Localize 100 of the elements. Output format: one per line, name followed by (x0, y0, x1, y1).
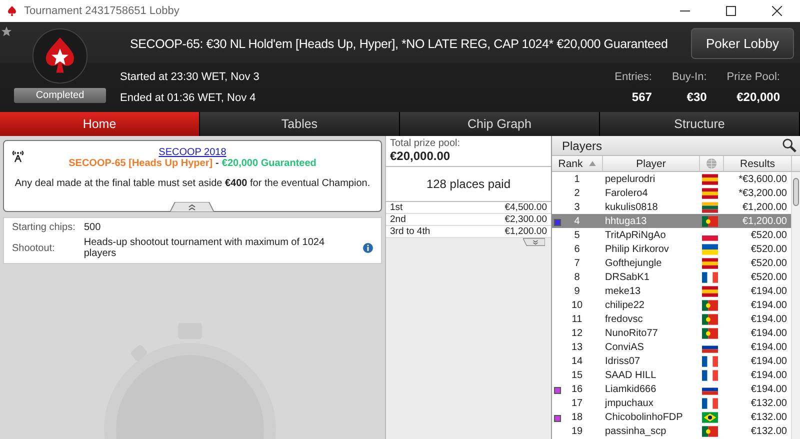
flag-icon (702, 370, 718, 380)
player-row[interactable]: 14 Idriss07 €194.00 (552, 354, 791, 368)
rank-cell: 16 (571, 384, 583, 394)
player-row[interactable]: 12 NunoRito77 €194.00 (552, 326, 791, 340)
maximize-icon[interactable] (726, 6, 736, 16)
tournament-title: SECOOP-65: €30 NL Hold'em [Heads Up, Hyper], *NO LATE REG, CAP 1024* €20,000 Guaranteed (130, 36, 668, 50)
close-icon[interactable] (772, 6, 782, 16)
player-name: Gofthejungle (604, 258, 663, 268)
player-column-header[interactable]: Player (603, 156, 700, 171)
player-row[interactable]: 15 SAAD HILL €194.00 (552, 368, 791, 382)
results-column-header[interactable]: Results (724, 156, 792, 171)
result-cell-text: €520.00 (750, 258, 788, 268)
payout-amount: €4,500.00 (504, 202, 547, 213)
tab[interactable]: Structure (600, 112, 800, 136)
scrollbar[interactable] (791, 172, 800, 439)
player-row[interactable]: 10 chilipe22 €194.00 (552, 298, 791, 312)
spade-logo (32, 28, 88, 84)
rank-cell: 14 (571, 356, 583, 366)
search-icon[interactable] (782, 138, 797, 153)
event-name: SECOOP-65 [Heads Up Hyper] (68, 158, 213, 169)
rank-cell: 10 (571, 300, 583, 310)
players-title: Players (562, 138, 602, 152)
rank-column-header[interactable]: Rank (552, 156, 603, 171)
player-name: chilipe22 (604, 300, 646, 310)
detail-label: Starting chips: (12, 222, 76, 233)
player-name: SAAD HILL (604, 370, 658, 380)
info-icon[interactable] (363, 243, 373, 253)
result-cell-text: €194.00 (750, 286, 788, 296)
flag-icon (702, 398, 718, 408)
result-cell-text: €132.00 (750, 426, 788, 436)
player-row[interactable]: 18 ChicobolinhoFDP €132.00 (552, 410, 791, 424)
total-prize-value: €20,000.00 (390, 149, 452, 163)
result-cell-text: €1,200.00 (742, 202, 788, 212)
tab[interactable]: Chip Graph (400, 112, 600, 136)
stat-label: Prize Pool: (726, 70, 780, 83)
expand-handle[interactable] (523, 238, 545, 246)
result-cell-text: €1,200.00 (742, 216, 788, 226)
player-row[interactable]: 3 kukulis0818 €1,200.00 (552, 200, 791, 214)
stat-label: Buy-In: (672, 70, 707, 83)
player-row[interactable]: 7 Gofthejungle €520.00 (552, 256, 791, 270)
places-paid: 128 places paid (426, 177, 511, 191)
player-name: ConviAS (604, 342, 645, 352)
player-name: passinha_scp (604, 426, 668, 436)
player-row[interactable]: 6 Philip Kirkorov €520.00 (552, 242, 791, 256)
result-cell-text: €132.00 (750, 398, 788, 408)
rank-cell: 9 (574, 286, 580, 296)
star-icon[interactable] (1, 26, 12, 37)
player-row[interactable]: 17 jmpuchaux €132.00 (552, 396, 791, 410)
flag-icon (702, 174, 718, 184)
payout-place: 1st (390, 202, 403, 213)
flag-icon (702, 412, 718, 422)
player-row[interactable]: 16 Liamkid666 €194.00 (552, 382, 791, 396)
flag-icon (702, 328, 718, 338)
sort-up-icon (588, 161, 596, 166)
series-link[interactable]: SECOOP 2018 (158, 147, 226, 158)
rank-cell: 6 (574, 244, 580, 254)
result-cell-text: €132.00 (750, 412, 788, 422)
rank-cell: 8 (574, 272, 580, 282)
player-row[interactable]: 2 Farolero4 *€3,200.00 (552, 186, 791, 200)
result-cell-text: €520.00 (750, 230, 788, 240)
player-row[interactable]: 1 pepelurodri *€3,600.00 (552, 172, 791, 186)
player-name: jmpuchaux (604, 398, 654, 408)
poker-lobby-button[interactable]: Poker Lobby (691, 28, 794, 59)
rank-cell: 19 (571, 426, 583, 436)
player-name: Philip Kirkorov (604, 244, 670, 254)
player-row[interactable]: 5 TritApRiNgAo €520.00 (552, 228, 791, 242)
result-cell-text: €194.00 (750, 356, 788, 366)
payout-place: 3rd to 4th (390, 226, 430, 237)
result-cell-text: €194.00 (750, 384, 788, 394)
flag-icon (702, 244, 718, 254)
flag-icon (702, 202, 718, 212)
tab[interactable]: Tables (200, 112, 400, 136)
player-row[interactable]: 11 fredovsc €194.00 (552, 312, 791, 326)
rank-cell: 4 (574, 216, 580, 226)
player-row[interactable]: 9 meke13 €194.00 (552, 284, 791, 298)
payout-amount: €1,200.00 (504, 226, 547, 237)
window-title: Tournament 2431758651 Lobby (24, 5, 180, 17)
detail-value: Heads-up shootout tournament with maximum of 1024 players (84, 237, 326, 259)
rank-cell: 17 (571, 398, 583, 408)
rank-cell: 12 (571, 328, 583, 338)
player-row[interactable]: 19 passinha_scp €132.00 (552, 424, 791, 438)
status-ribbon: Completed (14, 88, 106, 103)
rank-cell: 18 (571, 412, 583, 422)
player-name: pepelurodri (604, 174, 656, 184)
player-name: Farolero4 (604, 188, 649, 198)
player-name: Liamkid666 (604, 384, 658, 394)
deal-message: Any deal made at the final table must set aside €400 for the eventual Champion. (14, 178, 370, 189)
collapse-handle[interactable] (170, 202, 214, 212)
rank-cell: 7 (574, 258, 580, 268)
stat-value: €30 (686, 90, 707, 104)
player-row[interactable]: 13 ConviAS €194.00 (552, 340, 791, 354)
tab[interactable]: Home (0, 112, 200, 136)
player-row[interactable]: 8 DRSabK1 €520.00 (552, 270, 791, 284)
rank-cell: 3 (574, 202, 580, 212)
player-name: TritApRiNgAo (604, 230, 667, 240)
flag-icon (702, 356, 718, 366)
result-cell-text: *€3,600.00 (738, 174, 788, 184)
flag-icon (702, 286, 718, 296)
flag-icon (702, 258, 718, 268)
result-cell-text: *€3,200.00 (738, 188, 788, 198)
